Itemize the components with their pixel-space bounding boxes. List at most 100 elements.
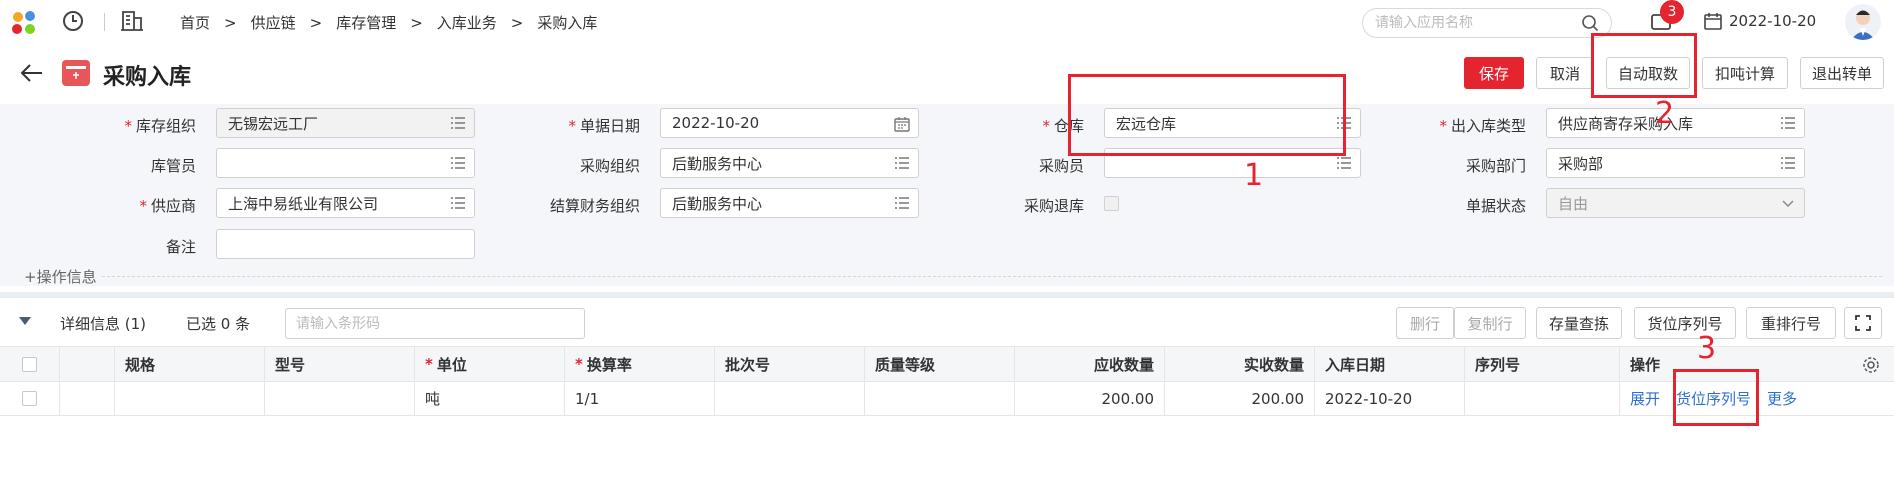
select-all-checkbox[interactable] — [22, 356, 37, 372]
inventory-org-label: * 库存组织 — [124, 117, 196, 135]
col-due-qty[interactable]: 应收数量 — [1015, 347, 1165, 381]
fullscreen-button[interactable] — [1844, 307, 1882, 339]
purchase-dept-field[interactable]: 采购部 — [1546, 148, 1805, 178]
annotation-number-1: 1 — [1244, 158, 1264, 193]
supplier-field[interactable]: 上海中易纸业有限公司 — [216, 188, 475, 218]
breadcrumb-purchase-inbound[interactable]: 采购入库 — [537, 12, 597, 33]
list-icon[interactable] — [1336, 156, 1352, 170]
col-in-date[interactable]: 入库日期 — [1315, 347, 1465, 381]
exit-transfer-button[interactable]: 退出转单 — [1800, 57, 1884, 89]
purchase-org-field[interactable]: 后勤服务中心 — [660, 148, 919, 178]
keeper-field[interactable] — [216, 148, 475, 178]
divider — [104, 13, 105, 31]
purchase-org-value: 后勤服务中心 — [672, 154, 763, 173]
barcode-input[interactable] — [285, 308, 585, 339]
select-all-cell — [0, 347, 60, 381]
list-icon[interactable] — [894, 156, 910, 170]
calendar-icon[interactable] — [894, 116, 910, 132]
cell-quality[interactable] — [865, 382, 1015, 415]
list-icon[interactable] — [450, 156, 466, 170]
calendar-icon — [1704, 13, 1722, 30]
col-batch[interactable]: 批次号 — [715, 347, 865, 381]
col-model[interactable]: 型号 — [265, 347, 415, 381]
collapse-triangle-icon[interactable] — [18, 316, 32, 326]
search-icon[interactable] — [1581, 14, 1599, 32]
col-unit[interactable]: * 单位 — [415, 347, 565, 381]
back-arrow-icon[interactable] — [20, 62, 44, 84]
col-quality[interactable]: 质量等级 — [865, 347, 1015, 381]
more-link[interactable]: 更多 — [1767, 388, 1797, 409]
row-checkbox[interactable] — [22, 391, 37, 406]
settle-org-value: 后勤服务中心 — [672, 194, 763, 213]
stock-query-button[interactable]: 存量查拣 — [1536, 307, 1622, 339]
col-rate[interactable]: * 换算率 — [565, 347, 715, 381]
col-actual-qty[interactable]: 实收数量 — [1165, 347, 1315, 381]
breadcrumb-inbound[interactable]: 入库业务 — [437, 12, 497, 33]
copy-row-button[interactable]: 复制行 — [1454, 307, 1526, 339]
col-spec[interactable]: 规格 — [115, 347, 265, 381]
remark-field[interactable] — [216, 229, 475, 259]
current-date[interactable]: 2022-10-20 — [1703, 11, 1816, 31]
settings-gear-icon[interactable] — [1862, 356, 1880, 374]
doc-status-value: 自由 — [1558, 194, 1589, 213]
doc-date-field[interactable]: 2022-10-20 — [660, 108, 919, 138]
doc-status-select[interactable]: 自由 — [1546, 188, 1805, 218]
deduct-calc-button[interactable]: 扣吨计算 — [1702, 57, 1788, 89]
annotation-number-2: 2 — [1655, 96, 1675, 131]
cell-due-qty[interactable]: 200.00 — [1015, 382, 1165, 415]
purchase-dept-value: 采购部 — [1558, 154, 1604, 173]
settle-org-label: 结算财务组织 — [549, 197, 640, 215]
reorder-row-button[interactable]: 重排行号 — [1746, 307, 1836, 339]
table-row[interactable]: 吨 1/1 200.00 200.00 2022-10-20 展开 货位序列号 … — [0, 382, 1894, 416]
cell-spec[interactable] — [115, 382, 265, 415]
breadcrumb-home[interactable]: 首页 — [180, 12, 210, 33]
cell-rate[interactable]: 1/1 — [565, 382, 715, 415]
detail-toolbar: 详细信息 (1) 已选 0 条 删行 复制行 存量查拣 货位序列号 重排行号 — [0, 300, 1894, 344]
doc-status-label: 单据状态 — [1465, 197, 1526, 215]
inventory-org-field[interactable]: 无锡宏远工厂 — [216, 108, 475, 138]
app-search-input[interactable] — [1375, 15, 1580, 31]
annotation-number-3: 3 — [1697, 331, 1717, 366]
expand-link[interactable]: 展开 — [1630, 388, 1660, 409]
annotation-box-serial — [1673, 369, 1759, 426]
app-logo-icon[interactable] — [10, 10, 40, 36]
cell-in-date[interactable]: 2022-10-20 — [1315, 382, 1465, 415]
list-icon[interactable] — [1780, 116, 1796, 130]
cancel-button[interactable]: 取消 — [1536, 57, 1594, 89]
selected-count: 已选 0 条 — [186, 315, 251, 333]
list-icon[interactable] — [450, 196, 466, 210]
cell-serial[interactable] — [1465, 382, 1620, 415]
dashed-divider — [102, 276, 1882, 277]
location-serial-button[interactable]: 货位序列号 — [1634, 307, 1736, 339]
io-type-field[interactable]: 供应商寄存采购入库 — [1546, 108, 1805, 138]
col-serial[interactable]: 序列号 — [1465, 347, 1620, 381]
chevron-right-icon: > — [410, 13, 423, 32]
page-title: 采购入库 — [103, 65, 192, 90]
list-icon[interactable] — [894, 196, 910, 210]
breadcrumb-supply-chain[interactable]: 供应链 — [251, 12, 296, 33]
cell-model[interactable] — [265, 382, 415, 415]
current-date-text: 2022-10-20 — [1729, 12, 1817, 30]
purchase-dept-label: 采购部门 — [1465, 157, 1526, 175]
list-icon[interactable] — [450, 116, 466, 130]
purchase-return-checkbox[interactable] — [1104, 196, 1119, 211]
io-type-label: * 出入库类型 — [1439, 117, 1526, 135]
cell-actual-qty[interactable]: 200.00 — [1165, 382, 1315, 415]
buyer-label: 采购员 — [1038, 157, 1084, 175]
list-icon[interactable] — [1780, 156, 1796, 170]
drag-col — [60, 347, 115, 381]
avatar[interactable] — [1845, 4, 1881, 40]
section-divider — [0, 292, 1894, 298]
cell-unit[interactable]: 吨 — [415, 382, 565, 415]
building-icon[interactable] — [120, 9, 144, 33]
chevron-right-icon: > — [309, 13, 323, 32]
annotation-box-auto-fetch — [1591, 33, 1697, 98]
breadcrumb-inventory[interactable]: 库存管理 — [336, 12, 396, 33]
save-button[interactable]: 保存 — [1464, 57, 1524, 89]
delete-row-button[interactable]: 删行 — [1396, 307, 1454, 339]
row-select-cell — [0, 382, 60, 415]
history-clock-icon[interactable] — [62, 10, 84, 32]
operation-info-toggle[interactable]: +操作信息 — [24, 266, 97, 287]
settle-org-field[interactable]: 后勤服务中心 — [660, 188, 919, 218]
cell-batch[interactable] — [715, 382, 865, 415]
